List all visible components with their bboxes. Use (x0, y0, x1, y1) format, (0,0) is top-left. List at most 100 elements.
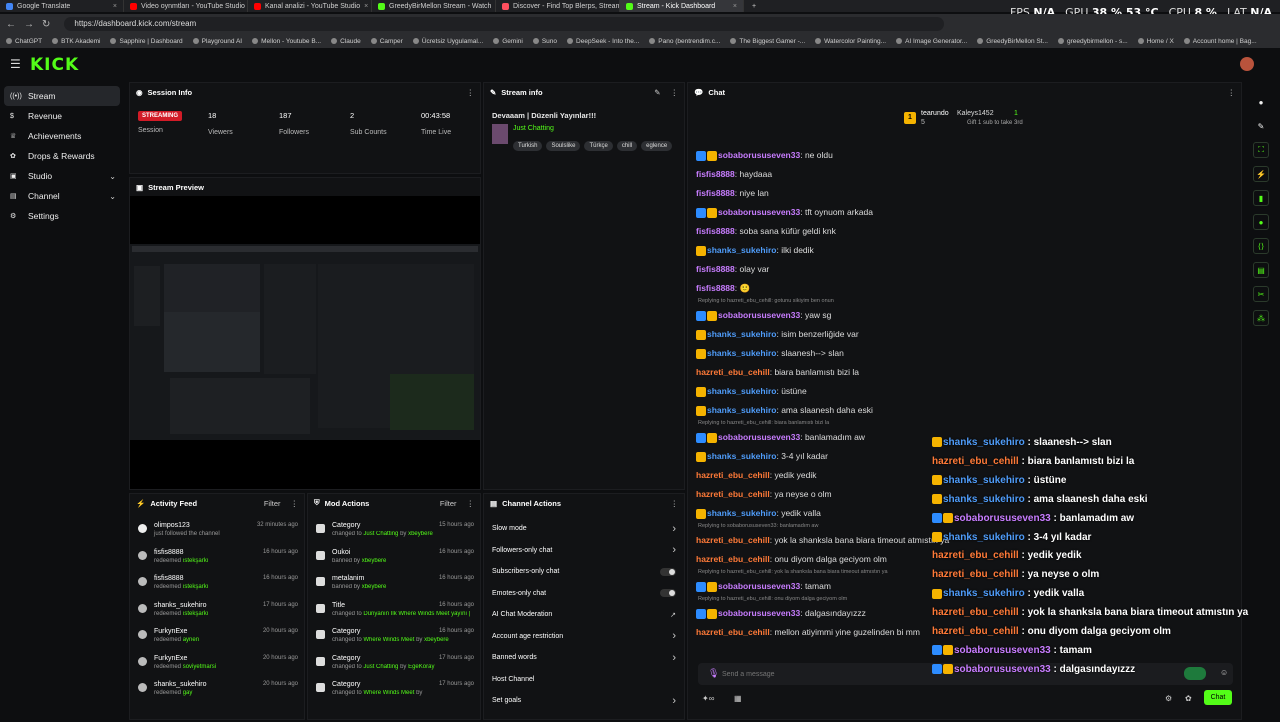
emoji-icon[interactable]: ☺ (1220, 668, 1228, 677)
user-icon[interactable]: ⛶ (1253, 142, 1269, 158)
browser-tab[interactable]: Discover - Find Top Blerps, Stream× (496, 0, 620, 12)
more-icon[interactable]: ⋮ (291, 499, 299, 508)
bookmark-item[interactable]: Home / X (1137, 38, 1174, 45)
bookmark-item[interactable]: Gemini (493, 38, 523, 45)
chat-username[interactable]: shanks_sukehiro (707, 348, 776, 358)
code-icon[interactable]: ⟨⟩ (1253, 238, 1269, 254)
chevron-right-icon[interactable]: › (672, 544, 676, 556)
channel-action-slow-mode[interactable]: Slow mode › (484, 518, 684, 540)
hamburger-menu-icon[interactable]: ☰ (10, 57, 21, 71)
channel-action-banned-words[interactable]: Banned words › (484, 647, 684, 669)
bookmark-item[interactable]: Watercolor Painting... (815, 38, 886, 45)
chat-username[interactable]: hazreti_ebu_cehill (696, 535, 770, 545)
edit-icon[interactable]: ✎ (1253, 118, 1269, 134)
bookmark-item[interactable]: BTK Akademi (52, 38, 100, 45)
chat-username[interactable]: hazreti_ebu_cehill (696, 489, 770, 499)
bookmark-item[interactable]: Suno (532, 38, 557, 45)
bookmark-item[interactable]: Camper (370, 38, 403, 45)
more-icon[interactable]: ⋮ (671, 88, 679, 97)
moderator-name[interactable]: xbeybere (408, 531, 433, 537)
toggle-switch[interactable] (660, 567, 676, 576)
grid-icon[interactable]: ⁂ (1253, 310, 1269, 326)
chat-settings-icon[interactable]: ✦∞ (702, 694, 714, 703)
url-input[interactable]: https://dashboard.kick.com/stream (64, 17, 945, 31)
reload-icon[interactable]: ↻ (42, 19, 50, 30)
more-icon[interactable]: ⋮ (1228, 88, 1236, 97)
chat-bubble-icon[interactable]: ● (1253, 214, 1269, 230)
chevron-right-icon[interactable]: › (672, 695, 676, 707)
more-icon[interactable]: ⋮ (467, 499, 475, 508)
moderator-name[interactable]: xbeybere (362, 558, 387, 564)
avatar[interactable] (1240, 57, 1254, 71)
toggle-switch[interactable] (660, 589, 676, 598)
back-icon[interactable]: ← (6, 19, 16, 30)
bookmark-item[interactable]: greedybirmellon - s... (1058, 38, 1128, 45)
chat-username[interactable]: fisfis8888 (696, 264, 735, 274)
chat-username[interactable]: fisfis8888 (696, 188, 735, 198)
bookmark-item[interactable]: Claude (331, 38, 361, 45)
video-player[interactable] (130, 196, 480, 489)
channel-action-account-age-restriction[interactable]: Account age restriction › (484, 626, 684, 648)
chat-username[interactable]: hazreti_ebu_cehill (696, 627, 770, 637)
forward-icon[interactable]: → (24, 19, 34, 30)
chat-username[interactable]: shanks_sukehiro (707, 329, 776, 339)
sidebar-item-drops[interactable]: ✿ Drops & Rewards (0, 146, 124, 166)
chat-username[interactable]: sobaborususeven33 (718, 207, 800, 217)
bookmark-item[interactable]: Ücretsiz Uygulamal... (412, 38, 483, 45)
filter-button[interactable]: Filter (264, 499, 281, 508)
send-chat-button[interactable]: Chat (1204, 690, 1232, 705)
moderator-name[interactable]: xbeybere (362, 584, 387, 590)
chevron-right-icon[interactable]: › (672, 630, 676, 642)
new-tab-icon[interactable]: + (752, 3, 756, 10)
chat-username[interactable]: shanks_sukehiro (707, 508, 776, 518)
chat-username[interactable]: hazreti_ebu_cehill (696, 367, 770, 377)
chevron-right-icon[interactable]: › (672, 652, 676, 664)
category-link[interactable]: Just Chatting (513, 125, 554, 132)
chat-username[interactable]: shanks_sukehiro (707, 451, 776, 461)
bookmark-item[interactable]: Playground AI (192, 38, 242, 45)
close-icon[interactable]: × (113, 3, 117, 10)
channel-action-emotes-only-chat[interactable]: Emotes-only chat (484, 583, 684, 605)
bookmark-item[interactable]: ChatGPT (6, 38, 42, 45)
gear-icon[interactable]: ⚙ (1165, 694, 1172, 703)
sidebar-item-achievements[interactable]: ♕ Achievements (0, 126, 124, 146)
poll-icon[interactable]: ▤ (1253, 262, 1269, 278)
chat-username[interactable]: sobaborususeven33 (718, 608, 800, 618)
chat-username[interactable]: hazreti_ebu_cehill (696, 554, 770, 564)
external-link-icon[interactable]: ↗ (670, 611, 676, 619)
chat-username[interactable]: fisfis8888 (696, 169, 735, 179)
channel-action-ai-chat-moderation[interactable]: AI Chat Moderation ↗ (484, 604, 684, 626)
edit-icon[interactable]: ✎ (654, 88, 660, 97)
sidebar-item-stream[interactable]: ((•)) Stream (4, 86, 120, 106)
chat-username[interactable]: shanks_sukehiro (707, 386, 776, 396)
bookmark-item[interactable]: Pano (bentrendim.c... (649, 38, 720, 45)
bookmark-item[interactable]: Sapphire | Dashboard (110, 38, 183, 45)
chat-username[interactable]: sobaborususeven33 (718, 432, 800, 442)
browser-tab[interactable]: Stream - Kick Dashboard × (620, 0, 744, 12)
emote-picker-icon[interactable] (1184, 667, 1206, 680)
info-icon[interactable]: ● (1253, 94, 1269, 110)
chat-username[interactable]: fisfis8888 (696, 283, 735, 293)
channel-action-subscribers-only-chat[interactable]: Subscribers-only chat (484, 561, 684, 583)
calendar-icon[interactable]: ▦ (734, 694, 742, 703)
chat-username[interactable]: fisfis8888 (696, 226, 735, 236)
close-icon[interactable]: × (733, 3, 737, 10)
moderator-name[interactable]: xbeybere (424, 637, 449, 643)
moderator-name[interactable]: EgeKoray (408, 664, 434, 670)
kick-logo[interactable]: KICK (30, 55, 79, 75)
chat-username[interactable]: sobaborususeven33 (718, 310, 800, 320)
lightning-icon[interactable]: ⚡ (1253, 166, 1269, 182)
trash-icon[interactable]: ▮ (1253, 190, 1269, 206)
chevron-down-icon[interactable]: ⌄ (109, 172, 116, 181)
more-icon[interactable]: ⋮ (467, 88, 475, 97)
channel-action-set-goals[interactable]: Set goals › (484, 690, 684, 712)
close-icon[interactable]: × (364, 3, 368, 10)
mic-icon[interactable]: 🎙 (708, 668, 719, 679)
sidebar-item-studio[interactable]: ▣ Studio ⌄ (0, 166, 124, 186)
bookmark-item[interactable]: GreedyBirMellon St... (977, 38, 1048, 45)
chat-username[interactable]: shanks_sukehiro (707, 405, 776, 415)
browser-tab[interactable]: GreedyBirMellon Stream - Watch× (372, 0, 496, 12)
browser-tab[interactable]: Kanal analizi - YouTube Studio × (248, 0, 372, 12)
bookmark-item[interactable]: Account home | Bag... (1183, 38, 1257, 45)
channel-action-host-channel[interactable]: Host Channel (484, 669, 684, 691)
